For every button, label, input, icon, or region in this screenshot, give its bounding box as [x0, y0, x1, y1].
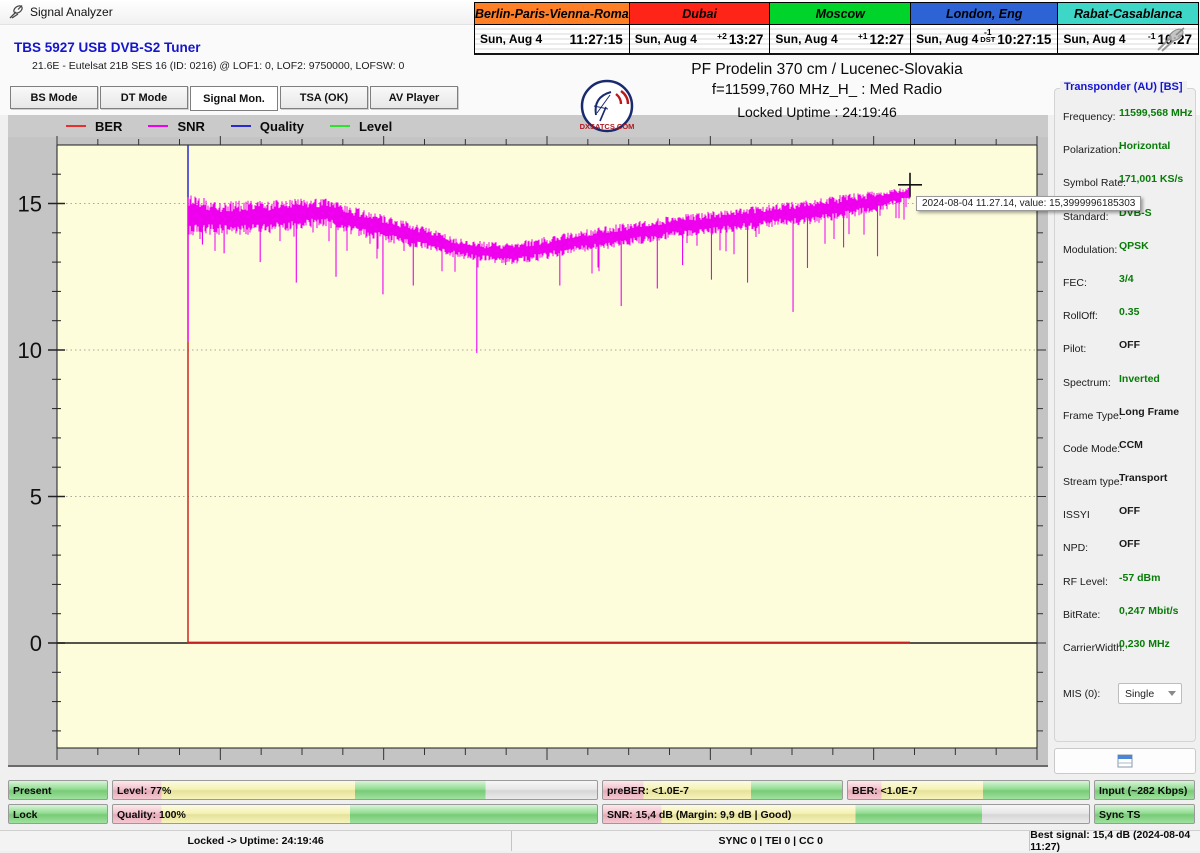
- clock-offset: +2: [717, 30, 727, 41]
- status-bar: Locked -> Uptime: 24:19:46 SYNC 0 | TEI …: [0, 829, 1200, 853]
- level-bar: Level: 77%: [112, 780, 598, 800]
- tuner-details: 21.6E - Eutelsat 21B SES 16 (ID: 0216) @…: [32, 60, 405, 72]
- tab-signal-mon[interactable]: Signal Mon.: [190, 86, 278, 111]
- svg-text:15: 15: [18, 192, 42, 217]
- clock-london: London, Eng Sun, Aug 4 -1 DST 10:27:15: [910, 3, 1058, 53]
- window-title: Signal Analyzer: [30, 5, 113, 19]
- row-npd: NPD: OFF: [1063, 538, 1140, 555]
- clock-time: 13:27: [728, 31, 764, 47]
- sync-ts-bar: Sync TS: [1094, 804, 1195, 824]
- snr-bar: SNR: 15,4 dB (Margin: 9,9 dB | Good): [602, 804, 1090, 824]
- frequency-title: f=11599,760 MHz_H_ : Med Radio: [711, 81, 943, 98]
- chevron-down-icon: [1168, 691, 1176, 697]
- row-bitrate: BitRate: 0,247 Mbit/s: [1063, 604, 1179, 621]
- legend-level: Level: [329, 119, 392, 134]
- logo-text: DXSATCS.COM: [580, 122, 635, 131]
- clock-day: Sun, Aug 4: [775, 32, 838, 46]
- clock-city: Berlin-Paris-Vienna-Roma: [475, 3, 629, 25]
- quality-bar: Quality: 100%: [112, 804, 598, 824]
- tab-dt-mode[interactable]: DT Mode: [100, 86, 188, 109]
- preber-bar: preBER: <1.0E-7: [602, 780, 843, 800]
- tuner-name: TBS 5927 USB DVB-S2 Tuner: [14, 40, 201, 55]
- ber-bar: BER: <1.0E-7: [847, 780, 1090, 800]
- row-code-mode: Code Mode: CCM: [1063, 438, 1143, 455]
- row-stream-type: Stream type: Transport: [1063, 472, 1168, 489]
- clock-moscow: Moscow Sun, Aug 4 +1 12:27: [769, 3, 911, 53]
- signal-chart: BER SNR Quality Level 0 5 10 15: [8, 115, 1048, 767]
- chart-tooltip: 2024-08-04 11.27.14, value: 15,399999618…: [916, 196, 1142, 211]
- clock-city: Rabat-Casablanca: [1058, 3, 1198, 25]
- row-standard: Standard: DVB-S: [1063, 206, 1152, 223]
- input-bar: Input (~282 Kbps): [1094, 780, 1195, 800]
- panel-title: Transponder (AU) [BS]: [1060, 81, 1187, 93]
- service-list-button[interactable]: [1054, 748, 1196, 774]
- world-clocks: Berlin-Paris-Vienna-Roma Sun, Aug 4 11:2…: [474, 2, 1199, 55]
- clock-offset: +1: [857, 30, 868, 41]
- row-rolloff: RollOff: 0.35: [1063, 306, 1140, 323]
- row-fec: FEC: 3/4: [1063, 272, 1134, 289]
- svg-text:0: 0: [30, 631, 42, 656]
- row-spectrum: Spectrum: Inverted: [1063, 372, 1160, 389]
- tab-av-player[interactable]: AV Player: [370, 86, 458, 109]
- mis-dropdown[interactable]: Single: [1118, 683, 1182, 705]
- dish-location-title: PF Prodelin 370 cm / Lucenec-Slovakia: [691, 61, 963, 78]
- row-mis: MIS (0): Single: [1055, 683, 1195, 709]
- level-line-swatch: [329, 125, 350, 127]
- row-frame-type: Frame Type: Long Frame: [1063, 405, 1180, 422]
- svg-text:10: 10: [18, 338, 42, 363]
- clock-day: Sun, Aug 4: [916, 32, 979, 46]
- locked-uptime-title: Locked Uptime : 24:19:46: [737, 104, 897, 120]
- clock-city: Moscow: [770, 3, 911, 25]
- row-pilot: Pilot: OFF: [1063, 339, 1140, 356]
- satellite-dish-icon: [9, 5, 23, 19]
- row-carrier-width: CarrierWidth: 0,230 MHz: [1063, 638, 1170, 654]
- legend-snr: SNR: [148, 119, 205, 134]
- tab-bs-mode[interactable]: BS Mode: [10, 86, 98, 109]
- table-icon: [1117, 754, 1133, 768]
- clock-time: 12:27: [869, 31, 905, 47]
- status-sync: SYNC 0 | TEI 0 | CC 0: [511, 831, 1029, 851]
- ber-line-swatch: [66, 125, 86, 127]
- clock-day: Sun, Aug 4: [634, 32, 697, 46]
- row-modulation: Modulation: QPSK: [1063, 239, 1149, 256]
- clock-berlin: Berlin-Paris-Vienna-Roma Sun, Aug 4 11:2…: [475, 3, 629, 53]
- legend-quality: Quality: [230, 119, 304, 134]
- clock-day: Sun, Aug 4: [480, 32, 543, 46]
- clock-day: Sun, Aug 4: [1063, 32, 1126, 46]
- clock-time: 10:27:15: [997, 31, 1052, 47]
- lock-bar: Lock: [8, 804, 108, 824]
- clock-city: Dubai: [629, 3, 770, 25]
- row-issyi: ISSYI OFF: [1063, 505, 1140, 522]
- clock-dubai: Dubai Sun, Aug 4 +2 13:27: [628, 3, 770, 53]
- snr-line-swatch: [148, 125, 169, 127]
- status-best-signal: Best signal: 15,4 dB (2024-08-04 11:27): [1029, 829, 1200, 853]
- present-bar: Present: [8, 780, 108, 800]
- transponder-panel: Transponder (AU) [BS] Frequency: 11599,56…: [1054, 81, 1196, 742]
- legend-ber: BER: [66, 119, 122, 134]
- mode-tabs: BS Mode DT Mode Signal Mon. TSA (OK) AV …: [10, 86, 460, 111]
- status-uptime: Locked -> Uptime: 24:19:46: [187, 835, 324, 847]
- row-polarization: Polarization: Horizontal: [1063, 140, 1171, 157]
- satellite-icon: [1157, 27, 1185, 52]
- clock-city: London, Eng: [911, 3, 1058, 25]
- clock-offset-label: DST: [980, 35, 996, 44]
- row-frequency: Frequency: 11599,568 MHz: [1063, 107, 1193, 123]
- clock-time: 11:27:15: [569, 31, 623, 47]
- quality-line-swatch: [230, 125, 251, 127]
- svg-text:5: 5: [30, 485, 42, 510]
- plot-area[interactable]: [57, 145, 1037, 748]
- tab-tsa[interactable]: TSA (OK): [280, 86, 368, 109]
- row-rf-level: RF Level: -57 dBm: [1063, 571, 1161, 588]
